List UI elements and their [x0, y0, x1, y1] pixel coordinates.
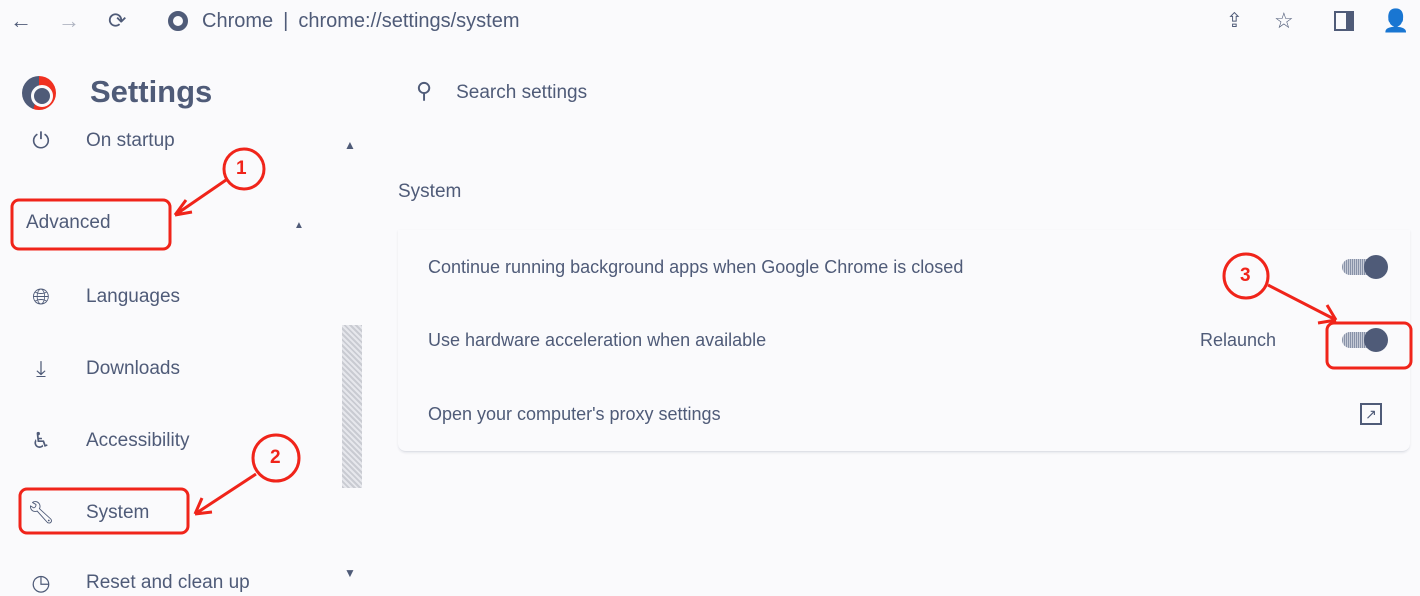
annotation-label-2: 2 — [270, 447, 281, 469]
annotation-box-toggle — [1327, 323, 1411, 368]
annotation-label-3: 3 — [1240, 265, 1251, 287]
annotation-label-1: 1 — [236, 158, 247, 180]
annotation-overlay — [0, 0, 1420, 580]
annotation-box-advanced — [12, 200, 170, 249]
annotation-arrow-2 — [195, 474, 256, 514]
annotation-box-system — [20, 489, 188, 533]
annotation-arrow-1 — [175, 180, 226, 215]
annotation-arrow-3 — [1268, 285, 1336, 323]
